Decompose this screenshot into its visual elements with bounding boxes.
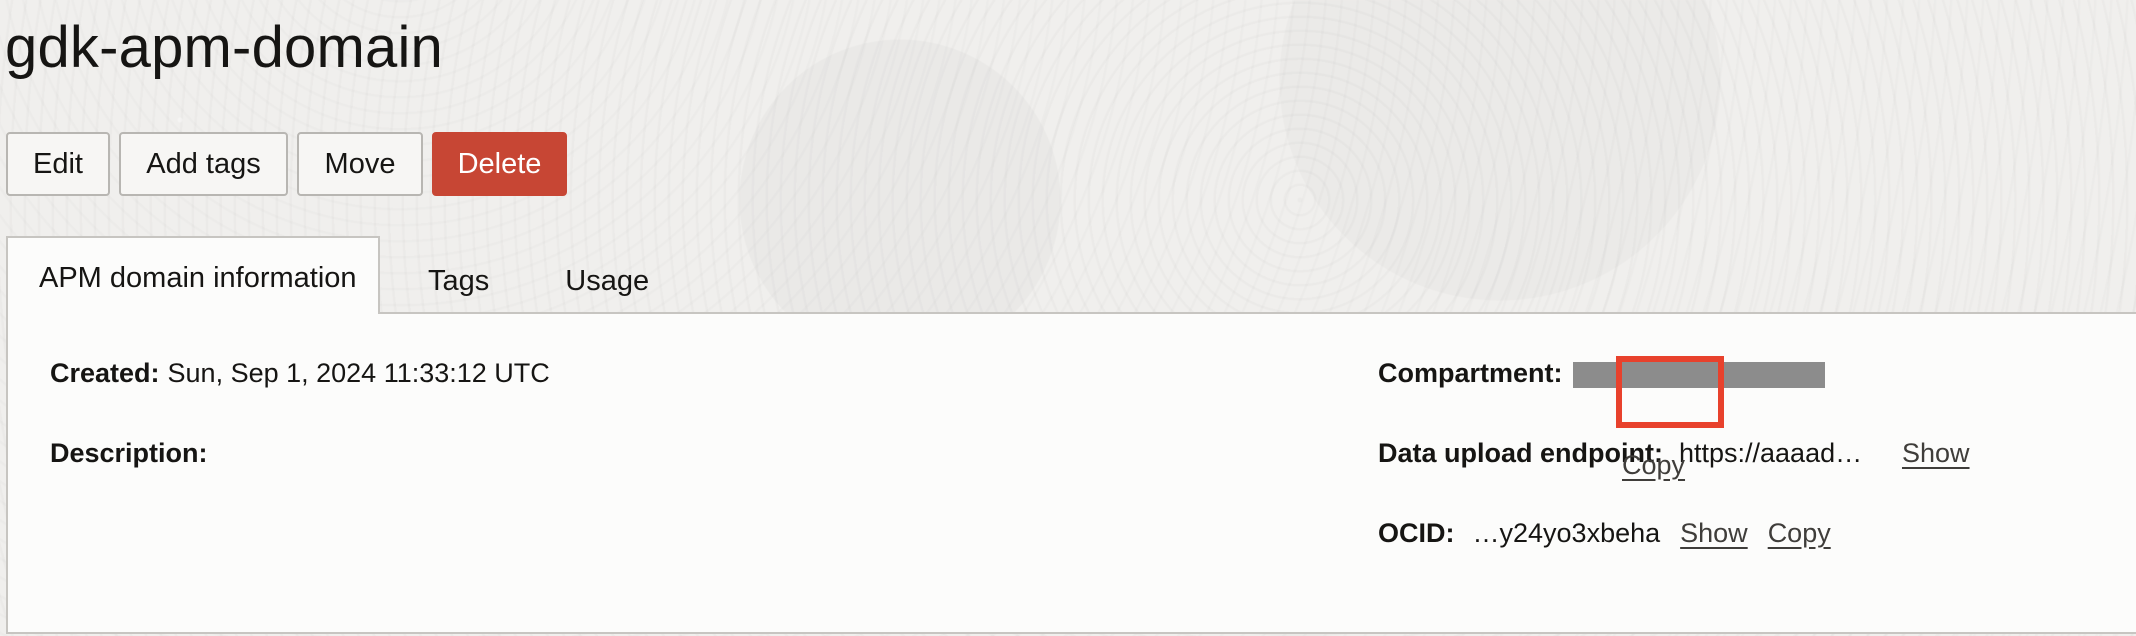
tab-apm-domain-information[interactable]: APM domain information [6,236,380,314]
move-button[interactable]: Move [297,132,423,196]
data-upload-endpoint-label: Data upload endpoint: [1378,438,1663,468]
created-value: Sun, Sep 1, 2024 11:33:12 UTC [167,358,550,388]
page-title: gdk-apm-domain [5,15,443,80]
endpoint-copy-link[interactable]: Copy [1622,448,1685,482]
description-label: Description: [50,438,208,468]
add-tags-button[interactable]: Add tags [119,132,288,196]
compartment-label: Compartment: [1378,358,1563,388]
delete-button[interactable]: Delete [432,132,567,196]
ocid-show-link[interactable]: Show [1680,516,1748,550]
edit-button[interactable]: Edit [6,132,110,196]
tab-usage[interactable]: Usage [489,238,649,314]
created-field: Created: Sun, Sep 1, 2024 11:33:12 UTC [50,356,550,390]
action-toolbar: Edit Add tags Move Delete [6,132,567,196]
tab-tags[interactable]: Tags [380,238,489,314]
created-label: Created: [50,358,160,388]
data-upload-endpoint-value: https://aaaad… [1678,438,1863,468]
compartment-field: Compartment: [1378,356,1825,390]
highlight-box [1616,356,1724,428]
ocid-copy-link[interactable]: Copy [1768,516,1831,550]
ocid-field: OCID: …y24yo3xbeha Show Copy [1378,516,1831,550]
ocid-label: OCID: [1378,518,1455,548]
tab-bar: APM domain information Tags Usage [6,236,649,314]
apm-domain-information-panel: Created: Sun, Sep 1, 2024 11:33:12 UTC D… [6,312,2136,634]
description-field: Description: [50,436,216,470]
endpoint-show-link[interactable]: Show [1902,436,1970,470]
ocid-value: …y24yo3xbeha [1472,518,1661,548]
